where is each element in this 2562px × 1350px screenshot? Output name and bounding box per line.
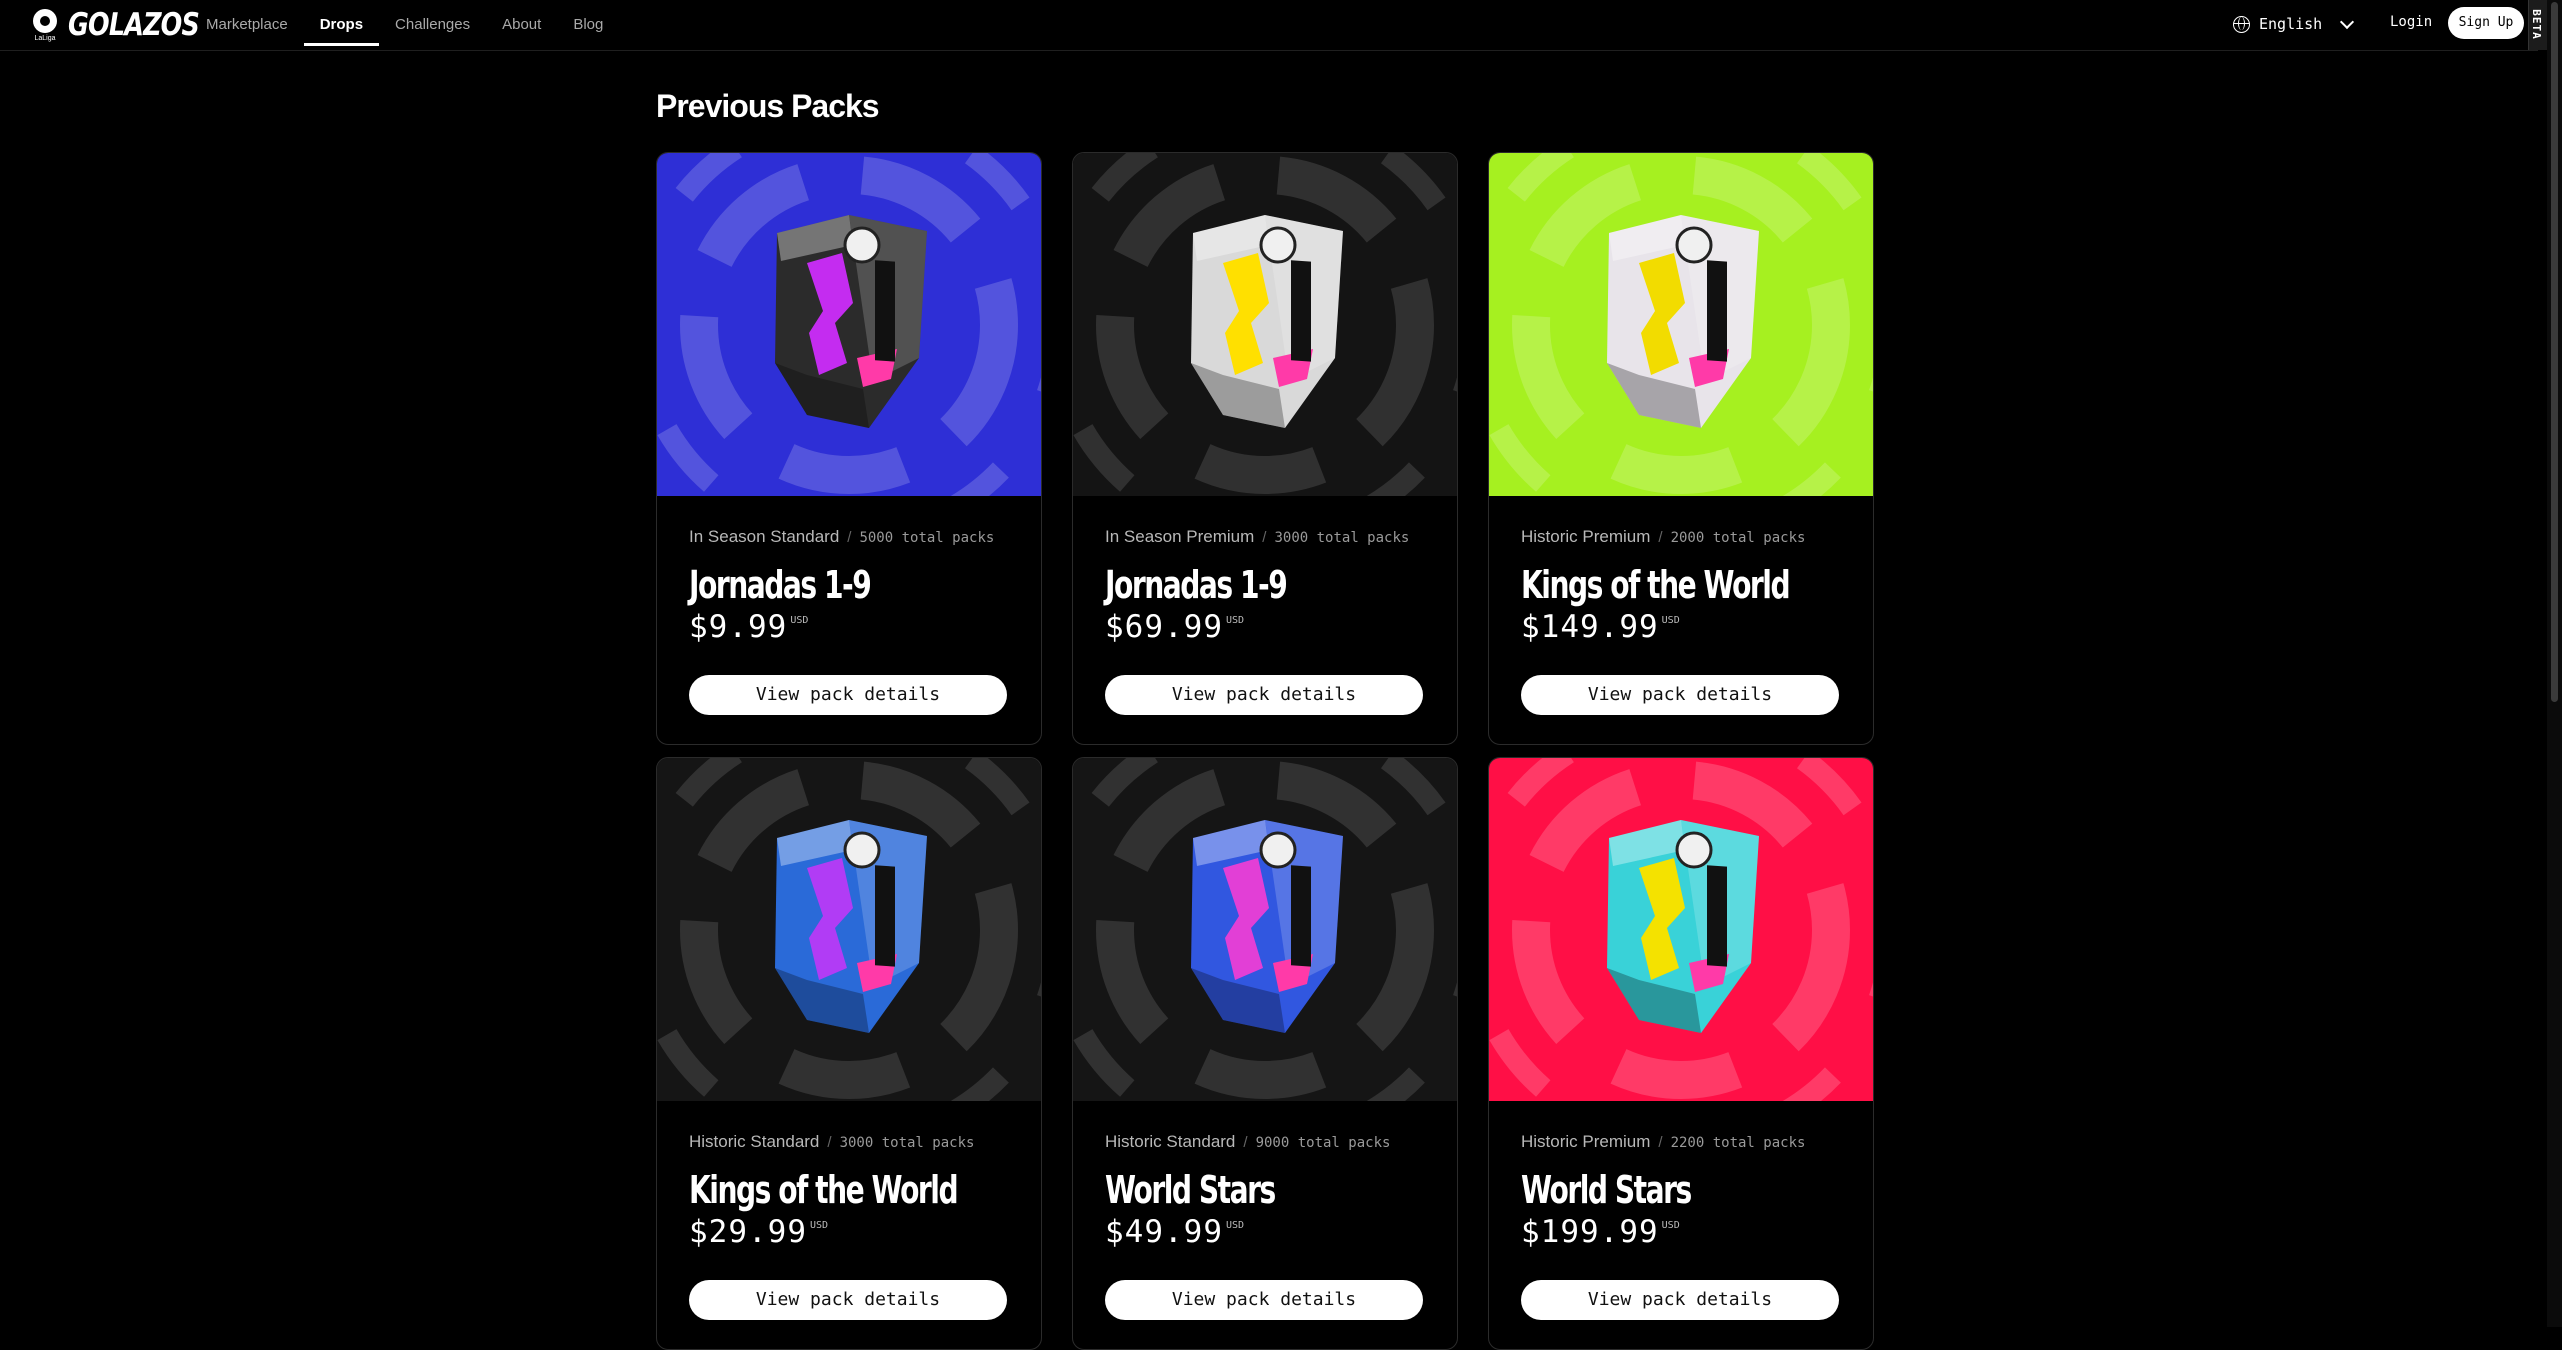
price-currency: USD bbox=[809, 1220, 829, 1231]
pack-card: Historic Premium / 2200 total packs Worl… bbox=[1488, 757, 1874, 1350]
pack-box-illustration bbox=[1489, 153, 1873, 496]
pack-title: Kings of the World bbox=[1521, 563, 1791, 607]
meta-separator: / bbox=[1262, 529, 1267, 546]
chevron-down-icon bbox=[2340, 14, 2355, 29]
pack-total: 2000 total packs bbox=[1670, 530, 1806, 546]
pack-total: 3000 total packs bbox=[839, 1135, 975, 1151]
pack-category: Historic Premium bbox=[1521, 527, 1651, 546]
price-currency: USD bbox=[1661, 1220, 1680, 1231]
pack-category: In Season Standard bbox=[689, 527, 840, 546]
pack-box-illustration bbox=[1489, 758, 1873, 1101]
view-pack-details-button[interactable]: View pack details bbox=[1521, 1280, 1839, 1320]
pack-price: $199.99 bbox=[1521, 1214, 1659, 1250]
pack-title: Jornadas 1-9 bbox=[1105, 563, 1288, 607]
pack-card: In Season Premium / 3000 total packs Jor… bbox=[1072, 152, 1458, 745]
language-selector[interactable]: English bbox=[2233, 12, 2355, 36]
pack-total: 2200 total packs bbox=[1670, 1135, 1806, 1151]
pack-box-illustration bbox=[1073, 758, 1457, 1101]
nav-about[interactable]: About bbox=[502, 0, 541, 50]
pack-box-illustration bbox=[657, 758, 1041, 1101]
pack-image[interactable] bbox=[1489, 153, 1873, 496]
view-pack-details-button[interactable]: View pack details bbox=[1521, 675, 1839, 715]
meta-separator: / bbox=[1658, 529, 1663, 546]
pack-category: Historic Standard bbox=[689, 1132, 820, 1151]
pack-card: Historic Premium / 2000 total packs King… bbox=[1488, 152, 1874, 745]
pack-category: Historic Premium bbox=[1521, 1132, 1651, 1151]
main-nav: Marketplace Drops Challenges About Blog bbox=[206, 0, 635, 50]
pack-category: Historic Standard bbox=[1105, 1132, 1236, 1151]
view-pack-details-button[interactable]: View pack details bbox=[1105, 1280, 1423, 1320]
pack-box-illustration bbox=[657, 153, 1041, 496]
pack-box-illustration bbox=[1073, 153, 1457, 496]
nav-drops[interactable]: Drops bbox=[303, 0, 380, 50]
globe-icon bbox=[2233, 15, 2250, 33]
view-pack-details-button[interactable]: View pack details bbox=[689, 1280, 1007, 1320]
pack-card: Historic Standard / 9000 total packs Wor… bbox=[1072, 757, 1458, 1350]
pack-price: $149.99 bbox=[1521, 609, 1659, 645]
pack-card: In Season Standard / 5000 total packs Jo… bbox=[656, 152, 1042, 745]
section-title: Previous Packs bbox=[656, 88, 880, 124]
pack-price: $29.99 bbox=[689, 1214, 807, 1250]
pack-price: $9.99 bbox=[689, 609, 788, 645]
nav-challenges[interactable]: Challenges bbox=[395, 0, 470, 50]
league-label: LaLiga bbox=[34, 35, 56, 42]
top-navigation-bar: LaLiga GOLAZOS Marketplace Drops Challen… bbox=[0, 0, 2547, 51]
pack-price: $69.99 bbox=[1105, 609, 1223, 645]
pack-price: $49.99 bbox=[1105, 1214, 1223, 1250]
pack-total: 5000 total packs bbox=[859, 530, 995, 546]
price-currency: USD bbox=[1225, 615, 1245, 626]
nav-marketplace[interactable]: Marketplace bbox=[206, 0, 288, 50]
login-link[interactable]: Login bbox=[2390, 14, 2432, 30]
view-pack-details-button[interactable]: View pack details bbox=[1105, 675, 1423, 715]
pack-image[interactable] bbox=[1073, 758, 1457, 1101]
price-currency: USD bbox=[1225, 1220, 1245, 1231]
pack-image[interactable] bbox=[657, 758, 1041, 1101]
pack-category: In Season Premium bbox=[1105, 527, 1255, 546]
meta-separator: / bbox=[847, 529, 852, 546]
pack-total: 9000 total packs bbox=[1255, 1135, 1391, 1151]
pack-title: World Stars bbox=[1105, 1168, 1276, 1212]
meta-separator: / bbox=[1658, 1134, 1663, 1151]
laliga-icon: LaLiga bbox=[30, 7, 60, 43]
pack-title: World Stars bbox=[1521, 1168, 1692, 1212]
view-pack-details-button[interactable]: View pack details bbox=[689, 675, 1007, 715]
scrollbar-thumb[interactable] bbox=[2551, 2, 2558, 702]
pack-total: 3000 total packs bbox=[1274, 530, 1410, 546]
brand-wordmark: GOLAZOS bbox=[68, 7, 200, 43]
meta-separator: / bbox=[1243, 1134, 1248, 1151]
price-currency: USD bbox=[1661, 615, 1680, 626]
pack-image[interactable] bbox=[657, 153, 1041, 496]
pack-title: Jornadas 1-9 bbox=[689, 563, 872, 607]
pack-image[interactable] bbox=[1073, 153, 1457, 496]
pack-image[interactable] bbox=[1489, 758, 1873, 1101]
beta-label: BETA bbox=[2529, 9, 2543, 40]
pack-title: Kings of the World bbox=[689, 1168, 959, 1212]
price-currency: USD bbox=[790, 615, 809, 626]
language-label: English bbox=[2259, 15, 2323, 33]
meta-separator: / bbox=[827, 1134, 832, 1151]
pack-card: Historic Standard / 3000 total packs Kin… bbox=[656, 757, 1042, 1350]
beta-tab[interactable]: BETA bbox=[2528, 0, 2547, 50]
signup-button[interactable]: Sign Up bbox=[2448, 7, 2524, 39]
golazos-logo[interactable]: LaLiga GOLAZOS bbox=[30, 7, 228, 43]
nav-blog[interactable]: Blog bbox=[573, 0, 603, 50]
